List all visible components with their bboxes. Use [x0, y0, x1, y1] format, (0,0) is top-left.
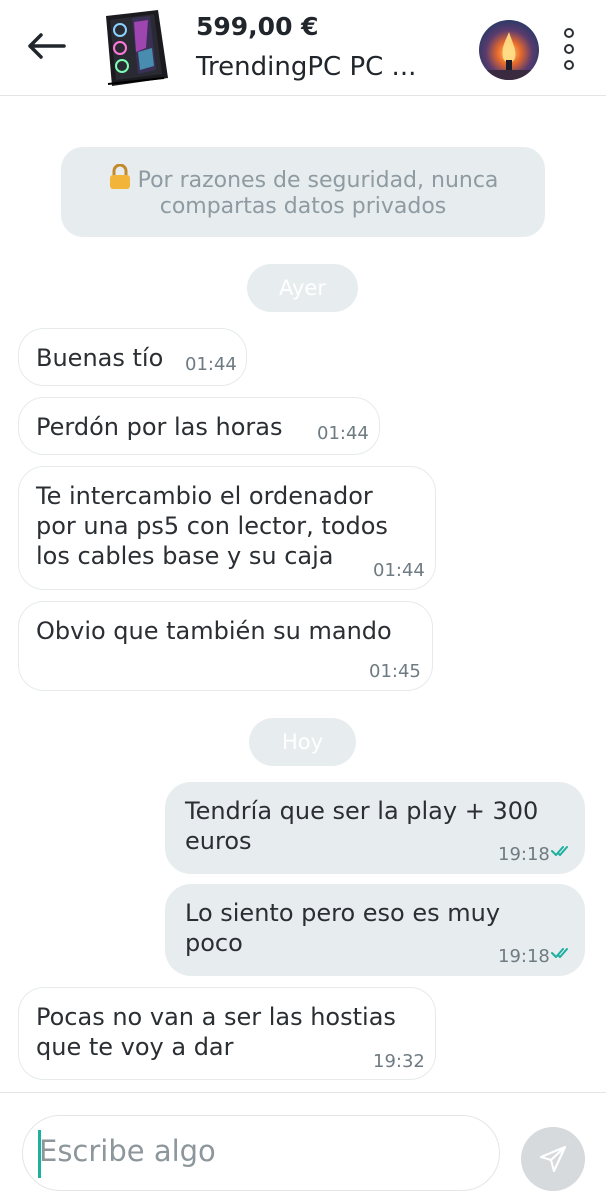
message-text: Lo siento pero eso es muy poco: [185, 899, 501, 957]
avatar[interactable]: [479, 20, 539, 80]
message-incoming[interactable]: Pocas no van a ser las hostias que te vo…: [18, 987, 436, 1080]
day-separator-today: Hoy: [249, 718, 356, 766]
message-text: Tendría que ser la play + 300 euros: [185, 797, 539, 855]
dot-icon: [564, 60, 574, 70]
product-title: TrendingPC PC ...: [196, 52, 417, 82]
message-time: 19:32: [373, 1051, 425, 1072]
message-outgoing[interactable]: Tendría que ser la play + 300 euros 19:1…: [165, 782, 585, 874]
message-time: 19:18: [498, 844, 550, 865]
message-time: 01:44: [317, 423, 369, 444]
message-time: 01:45: [369, 661, 421, 682]
product-thumbnail[interactable]: [98, 8, 174, 88]
message-time: 19:18: [498, 946, 550, 967]
message-input-placeholder: Escribe algo: [39, 1134, 216, 1168]
send-button[interactable]: [521, 1127, 585, 1191]
message-text: Obvio que también su mando: [36, 617, 392, 645]
composer: Escribe algo: [0, 1092, 606, 1200]
message-incoming[interactable]: Obvio que también su mando 01:45: [18, 601, 433, 691]
arrow-left-icon: [28, 33, 66, 59]
security-notice: Por razones de seguridad, nunca comparta…: [61, 147, 545, 237]
double-check-icon: [551, 846, 568, 856]
message-time: 01:44: [185, 354, 237, 375]
more-options-button[interactable]: [555, 26, 583, 72]
message-text: Buenas tío: [36, 344, 164, 372]
message-text: Te intercambio el ordenador por una ps5 …: [36, 482, 388, 570]
security-notice-text: Por razones de seguridad, nunca comparta…: [137, 168, 499, 219]
back-button[interactable]: [22, 26, 70, 66]
double-check-icon: [551, 948, 568, 958]
message-incoming[interactable]: Te intercambio el ordenador por una ps5 …: [18, 466, 436, 590]
message-incoming[interactable]: Perdón por las horas 01:44: [18, 397, 380, 455]
product-price: 599,00 €: [196, 12, 319, 41]
message-outgoing[interactable]: Lo siento pero eso es muy poco 19:18: [165, 884, 585, 976]
message-incoming[interactable]: Buenas tío 01:44: [18, 328, 247, 386]
chat-header: 599,00 € TrendingPC PC ...: [0, 0, 606, 96]
message-input[interactable]: Escribe algo: [22, 1115, 500, 1191]
lock-icon: [109, 164, 130, 189]
message-text: Pocas no van a ser las hostias que te vo…: [36, 1003, 396, 1061]
send-icon: [539, 1145, 567, 1173]
message-time: 01:44: [373, 560, 425, 581]
message-text: Perdón por las horas: [36, 413, 283, 441]
day-separator-yesterday: Ayer: [247, 264, 358, 312]
dot-icon: [564, 28, 574, 38]
dot-icon: [564, 44, 574, 54]
